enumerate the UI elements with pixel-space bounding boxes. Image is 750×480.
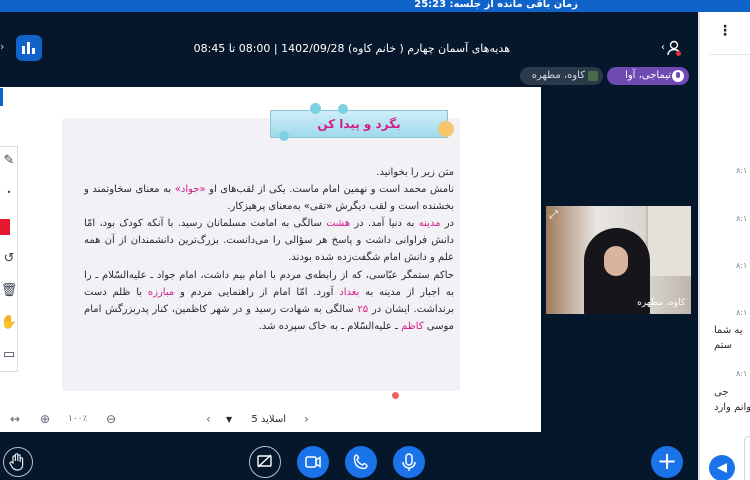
slide-paragraph: متن زیر را بخوانید. xyxy=(376,167,454,178)
chat-timestamp: ۸:۱ xyxy=(736,308,748,317)
stroke-size-icon[interactable]: • xyxy=(0,183,18,203)
webcam-video-tile[interactable]: ⤢ کاوه، مطهره xyxy=(546,206,691,314)
dropdown-chevron-icon: ▼ xyxy=(226,415,233,424)
pen-tool-icon[interactable]: ✎ xyxy=(0,151,18,171)
raise-hand-button[interactable] xyxy=(3,447,33,477)
slide-heading: بگرد و پیدا کن xyxy=(317,117,401,131)
fullscreen-icon[interactable]: ⤢ xyxy=(549,208,558,222)
highlighted-word: ۲۵ xyxy=(357,303,369,315)
flower-decoration-icon xyxy=(338,104,348,114)
webcam-button[interactable] xyxy=(297,446,329,478)
webcam-user-name: کاوه، مطهره xyxy=(637,298,685,308)
phone-icon xyxy=(353,454,368,470)
chat-timestamp: ۸:۱ xyxy=(736,214,748,223)
share-screen-button[interactable] xyxy=(249,446,281,478)
next-slide-button[interactable]: › xyxy=(304,411,309,427)
hand-pan-icon[interactable]: ✋ xyxy=(0,313,18,333)
flower-decoration-icon xyxy=(310,103,321,114)
panel-stub: › xyxy=(0,40,5,53)
slide-body-text: متن زیر را بخوانید. نامش محمد است و نهمین… xyxy=(84,164,454,335)
webcam-shelf xyxy=(646,206,691,276)
highlighted-word: مبارزه xyxy=(147,286,175,298)
stats-menu-button[interactable] xyxy=(16,35,42,61)
slide-heading-banner: بگرد و پیدا کن xyxy=(270,110,448,138)
presentation-focus-marker xyxy=(0,88,3,106)
webcam-indicator-icon xyxy=(588,71,598,81)
highlighted-word: کاظم xyxy=(401,320,424,332)
undo-icon[interactable]: ↺ xyxy=(0,249,18,269)
video-camera-icon xyxy=(305,456,321,468)
chat-message-input[interactable] xyxy=(744,436,750,480)
previous-slide-button[interactable]: ‹ xyxy=(206,411,211,427)
session-timer-bar: زمان باقی مانده از جلسه: 25:23 xyxy=(0,0,750,12)
audio-leave-button[interactable] xyxy=(345,446,377,478)
presenter-name: کاوه، مطهره xyxy=(531,70,585,81)
hand-icon xyxy=(9,453,24,471)
webcam-face xyxy=(604,246,628,276)
actions-plus-button[interactable]: + xyxy=(651,446,683,478)
chat-header-divider xyxy=(709,54,750,55)
user-options-icon[interactable] xyxy=(666,40,682,56)
notification-dot xyxy=(676,51,681,56)
meeting-title: هدیه‌های آسمان چهارم ( خانم کاوه) 1402/0… xyxy=(193,42,510,55)
presentation-controls: ↔ ⊕ ۱۰۰٪ ⊖ ‹ ▼ اسلاید 5 › xyxy=(0,408,541,432)
chat-timestamp: ۸:۱ xyxy=(736,261,748,270)
microphone-button[interactable] xyxy=(393,446,425,478)
highlighted-word: هشت xyxy=(326,218,351,230)
fit-width-icon[interactable]: ↔ xyxy=(10,411,20,427)
zoom-in-icon[interactable]: ⊕ xyxy=(40,411,50,427)
slide-paragraph: در مدینه به دنیا آمد. در هشت سالگی به ام… xyxy=(84,218,455,264)
slide-paragraph: حاکم ستمگر عبّاسی، که از رابطه‌ی مردم با… xyxy=(84,269,454,332)
chat-timestamp: ۸:۱ xyxy=(736,369,748,378)
chat-message-line: ستم xyxy=(714,340,733,351)
chat-panel: ⋮ ۸:۱ ۸:۱ ۸:۱ ۸:۱ یه شما ستم ۸:۱ جی توان… xyxy=(700,12,750,480)
chat-options-icon[interactable]: ⋮ xyxy=(718,23,732,39)
microphone-icon xyxy=(402,453,416,471)
highlighted-word: بغداد xyxy=(339,286,360,298)
meeting-header: › هدیه‌های آسمان چهارم ( خانم کاوه) 1402… xyxy=(0,12,700,85)
slide-number-label: اسلاید 5 xyxy=(251,414,287,425)
send-message-button[interactable] xyxy=(709,455,735,480)
whiteboard-toolbar: ✎ • ↺ 🗑 ✋ ▭ xyxy=(0,146,18,372)
session-timer-text: زمان باقی مانده از جلسه: 25:23 xyxy=(414,0,578,10)
highlighted-word: «جواد» xyxy=(174,184,206,196)
talking-user-name: تیماجی، آوا xyxy=(625,70,671,81)
chat-message-line: یه شما xyxy=(714,325,743,336)
presenter-tag: کاوه، مطهره xyxy=(520,67,603,85)
chat-timestamp: ۸:۱ xyxy=(736,166,748,175)
zoom-level: ۱۰۰٪ xyxy=(68,414,88,424)
microphone-icon xyxy=(672,70,684,82)
flower-decoration-icon xyxy=(279,131,289,141)
slide-paragraph: نامش محمد است و نهمین امام ماست. یکی از … xyxy=(84,184,454,213)
color-picker-swatch[interactable] xyxy=(0,219,10,235)
presenter-pointer xyxy=(392,392,399,399)
multi-user-board-icon[interactable]: ▭ xyxy=(0,345,18,365)
talking-indicator: تیماجی، آوا xyxy=(607,67,689,85)
chevron-left-icon[interactable]: ‹ xyxy=(661,42,665,53)
zoom-out-icon[interactable]: ⊖ xyxy=(106,411,116,427)
highlighted-word: مدینه xyxy=(418,218,441,230)
screen-share-off-icon xyxy=(257,454,272,468)
trash-icon[interactable]: 🗑 xyxy=(0,281,18,301)
slide-selector[interactable]: ▼ اسلاید 5 xyxy=(226,411,286,429)
chat-message-line: توانم وارد xyxy=(714,402,750,413)
flower-decoration-icon xyxy=(438,121,454,137)
chat-message-line: جی xyxy=(714,387,729,398)
